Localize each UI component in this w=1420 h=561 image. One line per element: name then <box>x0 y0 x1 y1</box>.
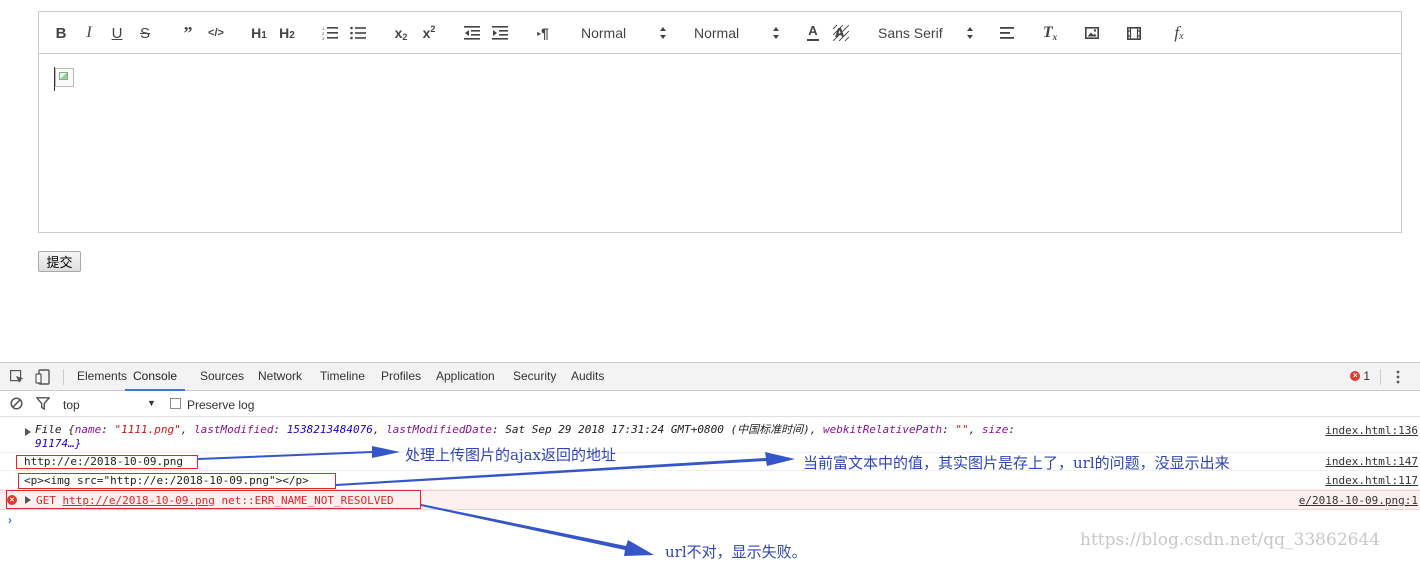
arrow-1 <box>198 446 400 460</box>
annotation-note: url不对，显示失败。 <box>665 543 807 561</box>
annotation-arrows <box>198 446 795 556</box>
arrow-3 <box>421 504 654 556</box>
annotation-note: 当前富文本中的值，其实图片是存上了，url的问题，没显示出来 <box>803 454 1230 472</box>
annotation-note: 处理上传图片的ajax返回的地址 <box>405 446 616 464</box>
watermark: https://blog.csdn.net/qq_33862644 <box>1080 530 1381 550</box>
